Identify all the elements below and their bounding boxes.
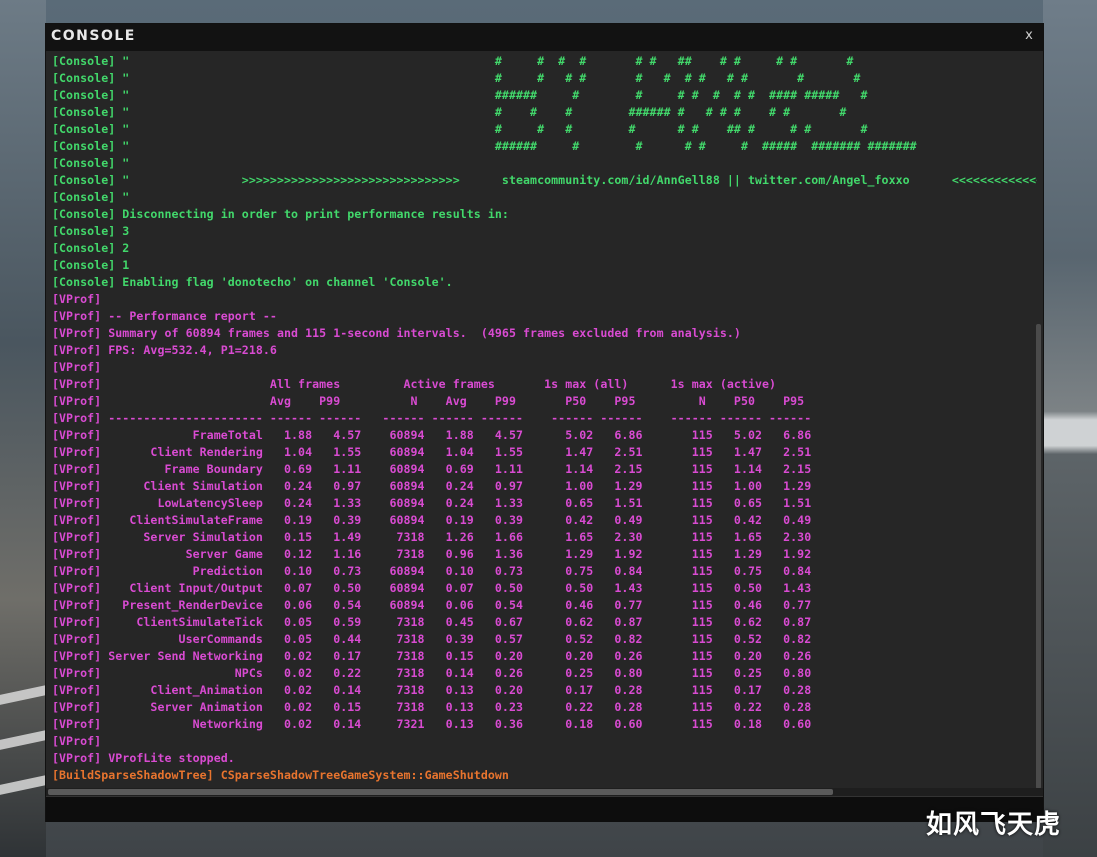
console-titlebar[interactable]: CONSOLE x [46,24,1043,51]
log-line: [VProf] Client Input/Output 0.07 0.50 60… [52,581,812,595]
log-line: [VProf] Server Send Networking 0.02 0.17… [52,649,812,663]
log-line: [VProf] UserCommands 0.05 0.44 7318 0.39… [52,632,812,646]
horizontal-scrollbar[interactable] [46,788,1043,796]
road-stripe [0,775,46,795]
log-line: [VProf] Server Simulation 0.15 1.49 7318… [52,530,812,544]
log-line: [VProf] All frames Active frames 1s max … [52,377,777,391]
log-line: [VProf] [52,360,102,374]
console-log[interactable]: [Console] " # # # # # # ## # # # # # [Con… [52,53,1037,788]
log-line: [Console] 2 [52,241,130,255]
log-line: [VProf] Client Simulation 0.24 0.97 6089… [52,479,812,493]
log-line: [VProf] Server Game 0.12 1.16 7318 0.96 … [52,547,812,561]
background-right-scene [1043,0,1097,857]
log-line: [Console] " # # # # # # ## # # # # # [52,54,854,68]
console-input-area [46,796,1043,822]
log-line: [Console] 1 [52,258,130,272]
log-line: [Console] " ###### # # # # # # # #### ##… [52,88,868,102]
console-input[interactable] [50,799,1039,821]
log-line: [VProf] ClientSimulateFrame 0.19 0.39 60… [52,513,812,527]
log-line: [Console] " # # # # # # ## # # # # [52,122,868,136]
log-line: [VProf] [52,292,102,306]
log-line: [Console] " ###### # # # # # ##### #####… [52,139,917,153]
log-line: [Console] Disconnecting in order to prin… [52,207,509,221]
road-stripe [0,685,46,705]
background-left-scene [0,0,46,857]
log-line: [Console] Enabling flag 'donotecho' on c… [52,275,453,289]
log-line: [VProf] LowLatencySleep 0.24 1.33 60894 … [52,496,812,510]
horizontal-scrollbar-thumb[interactable] [48,789,833,795]
console-window: CONSOLE x [Console] " # # # # # # ## # #… [46,24,1043,822]
log-line: [VProf] Frame Boundary 0.69 1.11 60894 0… [52,462,812,476]
log-line: [Console] " >>>>>>>>>>>>>>>>>>>>>>>>>>>>… [52,173,1037,187]
log-line: [VProf] NPCs 0.02 0.22 7318 0.14 0.26 0.… [52,666,812,680]
log-line: [Console] " # # # # # # # # # # # # [52,71,861,85]
log-line: [VProf] FrameTotal 1.88 4.57 60894 1.88 … [52,428,812,442]
log-line: [VProf] ---------------------- ------ --… [52,411,812,425]
log-line: [VProf] Prediction 0.10 0.73 60894 0.10 … [52,564,812,578]
log-line: [VProf] ClientSimulateTick 0.05 0.59 731… [52,615,812,629]
log-line: [VProf] FPS: Avg=532.4, P1=218.6 [52,343,277,357]
log-line: [Console] 3 [52,224,130,238]
watermark: 如风飞天虎 [926,810,1062,840]
log-line: [VProf] Networking 0.02 0.14 7321 0.13 0… [52,717,812,731]
log-line: [Console] " [52,156,130,170]
log-line: [VProf] Server Animation 0.02 0.15 7318 … [52,700,812,714]
vertical-scrollbar-thumb[interactable] [1036,324,1041,789]
console-title: CONSOLE [51,28,136,44]
log-line: [VProf] Client Rendering 1.04 1.55 60894… [52,445,812,459]
log-line: [VProf] Client_Animation 0.02 0.14 7318 … [52,683,812,697]
road-stripe [0,730,46,750]
log-line: [VProf] [52,734,102,748]
log-line: [VProf] Present_RenderDevice 0.06 0.54 6… [52,598,812,612]
log-line: [VProf] VProfLite stopped. [52,751,235,765]
close-icon[interactable]: x [1021,28,1037,44]
log-line: [Console] " # # # ###### # # # # # # # [52,105,847,119]
log-line: [VProf] Avg P99 N Avg P99 P50 P95 N P50 … [52,394,805,408]
log-line: [VProf] -- Performance report -- [52,309,277,323]
log-line: [VProf] Summary of 60894 frames and 115 … [52,326,741,340]
log-line: [BuildSparseShadowTree] CSparseShadowTre… [52,768,509,782]
log-line: [Console] " [52,190,130,204]
